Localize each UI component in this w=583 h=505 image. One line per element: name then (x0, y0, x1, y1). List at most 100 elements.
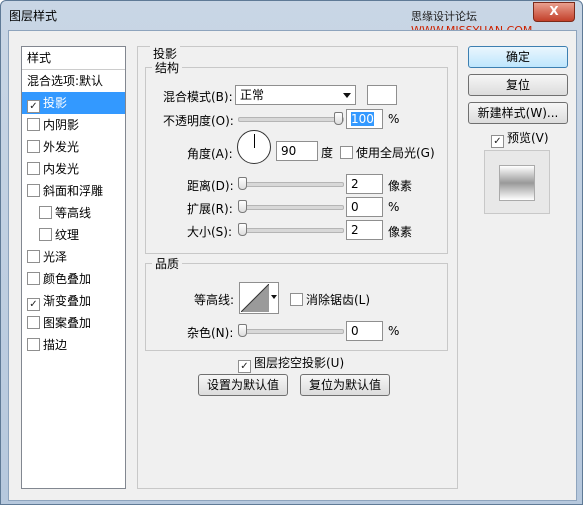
spread-value: 0 (351, 200, 359, 214)
noise-unit: % (388, 324, 400, 338)
style-item-checkbox[interactable] (27, 272, 40, 285)
spread-slider-track[interactable] (238, 205, 344, 210)
opacity-value: 100 (351, 112, 374, 126)
opacity-slider-thumb[interactable] (334, 112, 343, 125)
watermark-site: 思缘设计论坛 (411, 10, 477, 23)
blend-mode-label: 混合模式(B): (163, 90, 233, 104)
size-slider-thumb[interactable] (238, 223, 247, 236)
styles-header[interactable]: 样式 (22, 47, 125, 70)
antialias-option[interactable]: 消除锯齿(L) (290, 291, 370, 308)
shadow-color-swatch[interactable] (367, 85, 397, 105)
global-light-option[interactable]: 使用全局光(G) (340, 144, 435, 161)
knockout-label: 图层挖空投影(U) (254, 356, 345, 370)
distance-slider-thumb[interactable] (238, 177, 247, 190)
angle-input[interactable]: 90 (276, 141, 318, 161)
style-item-checkbox[interactable] (39, 228, 52, 241)
distance-slider-track[interactable] (238, 182, 344, 187)
style-item-checkbox[interactable] (27, 316, 40, 329)
noise-value: 0 (351, 324, 359, 338)
size-unit: 像素 (388, 225, 413, 239)
size-slider-track[interactable] (238, 228, 344, 233)
style-item[interactable]: 光泽 (22, 246, 125, 268)
style-item-label: 外发光 (43, 140, 80, 154)
structure-group: 结构 混合模式(B): 正常 不透明度(O): 100 % 角度(A): 90 … (145, 59, 448, 254)
quality-title: 品质 (152, 255, 183, 272)
style-item-label: 投影 (43, 96, 68, 110)
global-light-checkbox[interactable] (340, 146, 353, 159)
preview-swatch (499, 165, 535, 201)
size-label: 大小(S): (187, 225, 233, 239)
quality-group: 品质 等高线: 消除锯齿(L) 杂色(N): 0 % (145, 255, 448, 351)
angle-label: 角度(A): (187, 147, 233, 161)
distance-unit: 像素 (388, 179, 413, 193)
size-value: 2 (351, 223, 359, 237)
style-item-checkbox[interactable] (27, 118, 40, 131)
distance-value: 2 (351, 177, 359, 191)
distance-label: 距离(D): (187, 179, 234, 193)
drop-shadow-panel: 投影 结构 混合模式(B): 正常 不透明度(O): 100 % 角度(A): … (137, 45, 458, 489)
style-item-label: 颜色叠加 (43, 272, 92, 286)
style-item-checkbox[interactable] (27, 184, 40, 197)
preview-option[interactable]: ✓ 预览(V) (491, 129, 549, 148)
knockout-option[interactable]: ✓ 图层挖空投影(U) (238, 354, 344, 373)
knockout-checkbox[interactable]: ✓ (238, 360, 251, 373)
antialias-label: 消除锯齿(L) (306, 293, 371, 307)
style-item[interactable]: 等高线 (22, 202, 125, 224)
structure-title: 结构 (152, 59, 183, 76)
contour-picker[interactable] (239, 282, 279, 314)
styles-list: 样式 混合选项:默认 ✓ 投影 内阴影 外发光 内发光 斜面和浮雕 等高线 纹理 光泽 颜色叠加 ✓ 渐… (21, 46, 126, 489)
style-item-checkbox[interactable] (27, 162, 40, 175)
style-item[interactable]: ✓ 渐变叠加 (22, 290, 125, 312)
angle-dial[interactable] (237, 130, 271, 164)
style-item-label: 描边 (43, 338, 68, 352)
antialias-checkbox[interactable] (290, 293, 303, 306)
opacity-label: 不透明度(O): (163, 114, 234, 128)
spread-slider-thumb[interactable] (238, 200, 247, 213)
style-preview-thumbnail (484, 150, 550, 214)
reset-button[interactable]: 复位 (468, 74, 568, 96)
title-bar[interactable]: 图层样式 思缘设计论坛 WWW.MISSYUAN.COM X (1, 1, 582, 37)
style-item[interactable]: 图案叠加 (22, 312, 125, 334)
close-button[interactable]: X (533, 2, 575, 22)
style-item-checkbox[interactable] (27, 250, 40, 263)
style-item[interactable]: 内发光 (22, 158, 125, 180)
style-item[interactable]: 描边 (22, 334, 125, 356)
style-item-label: 内阴影 (43, 118, 80, 132)
spread-input[interactable]: 0 (346, 197, 383, 217)
style-item-label: 渐变叠加 (43, 294, 92, 308)
contour-dropdown-icon[interactable] (271, 295, 277, 299)
style-item-label: 混合选项:默认 (27, 74, 104, 88)
style-item[interactable]: 纹理 (22, 224, 125, 246)
style-item[interactable]: 颜色叠加 (22, 268, 125, 290)
opacity-input[interactable]: 100 (346, 109, 383, 129)
style-item[interactable]: 内阴影 (22, 114, 125, 136)
style-item-checkbox[interactable]: ✓ (27, 100, 40, 113)
style-item[interactable]: ✓ 投影 (22, 92, 125, 114)
reset-to-default-button[interactable]: 复位为默认值 (300, 374, 390, 396)
style-item[interactable]: 外发光 (22, 136, 125, 158)
chevron-down-icon (343, 93, 351, 98)
opacity-unit: % (388, 112, 400, 126)
opacity-slider-track[interactable] (238, 117, 344, 122)
style-item-checkbox[interactable]: ✓ (27, 298, 40, 311)
size-input[interactable]: 2 (346, 220, 383, 240)
contour-label: 等高线: (194, 293, 235, 307)
style-item-checkbox[interactable] (27, 338, 40, 351)
ok-button[interactable]: 确定 (468, 46, 568, 68)
noise-slider-track[interactable] (238, 329, 344, 334)
preview-checkbox[interactable]: ✓ (491, 135, 504, 148)
style-item[interactable]: 斜面和浮雕 (22, 180, 125, 202)
new-style-button[interactable]: 新建样式(W)... (468, 102, 568, 124)
make-default-button[interactable]: 设置为默认值 (198, 374, 288, 396)
style-item-checkbox[interactable] (39, 206, 52, 219)
angle-value: 90 (281, 144, 297, 158)
blend-mode-select[interactable]: 正常 (235, 85, 356, 105)
style-item[interactable]: 混合选项:默认 (22, 70, 125, 92)
style-item-checkbox[interactable] (27, 140, 40, 153)
noise-input[interactable]: 0 (346, 321, 383, 341)
style-item-label: 等高线 (55, 206, 92, 220)
preview-label: 预览(V) (507, 131, 549, 145)
noise-slider-thumb[interactable] (238, 324, 247, 337)
angle-dial-hand (254, 134, 255, 148)
distance-input[interactable]: 2 (346, 174, 383, 194)
